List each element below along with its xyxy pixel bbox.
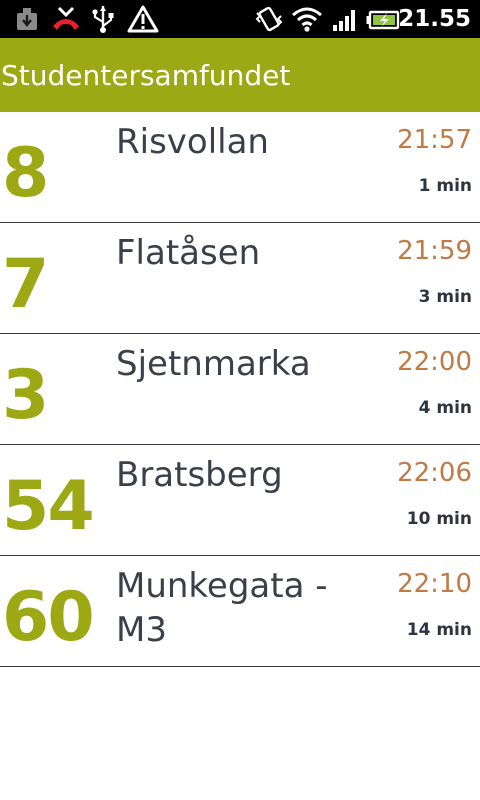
- warning-icon[interactable]: [126, 4, 160, 34]
- title-bar: Studentersamfundet: [0, 38, 480, 112]
- route-number: 8: [2, 134, 49, 213]
- departure-row[interactable]: 3 Sjetnmarka 22:00 4 min: [0, 334, 480, 445]
- minutes-until: 10 min: [406, 509, 472, 529]
- minutes-until: 1 min: [418, 176, 472, 196]
- departure-time: 21:57: [397, 125, 472, 155]
- minutes-until: 4 min: [418, 398, 472, 418]
- departure-time: 21:59: [397, 236, 472, 266]
- destination: Munkegata - M3: [116, 566, 328, 650]
- vibrate-icon[interactable]: [254, 4, 284, 34]
- page-title: Studentersamfundet: [1, 59, 291, 92]
- departure-time: 22:06: [397, 458, 472, 488]
- destination: Sjetnmarka: [116, 344, 311, 384]
- missed-call-icon[interactable]: [50, 4, 82, 34]
- minutes-until: 14 min: [406, 620, 472, 640]
- minutes-until: 3 min: [418, 287, 472, 307]
- destination: Bratsberg: [116, 455, 283, 495]
- download-icon[interactable]: [14, 4, 40, 34]
- route-number: 60: [2, 578, 95, 657]
- destination: Flatåsen: [116, 233, 261, 273]
- departure-list: 8 Risvollan 21:57 1 min 7 Flatåsen 21:59…: [0, 112, 480, 667]
- route-number: 3: [2, 356, 49, 435]
- signal-icon[interactable]: [330, 4, 360, 34]
- usb-icon[interactable]: [90, 4, 116, 34]
- status-bar: 21.55: [0, 0, 480, 38]
- departure-row[interactable]: 54 Bratsberg 22:06 10 min: [0, 445, 480, 556]
- departure-time: 22:00: [397, 347, 472, 377]
- departure-time: 22:10: [397, 569, 472, 599]
- route-number: 7: [2, 245, 49, 324]
- destination: Risvollan: [116, 122, 269, 162]
- route-number: 54: [2, 467, 95, 546]
- departure-row[interactable]: 8 Risvollan 21:57 1 min: [0, 112, 480, 223]
- wifi-icon[interactable]: [290, 4, 324, 34]
- departure-row[interactable]: 60 Munkegata - M3 22:10 14 min: [0, 556, 480, 667]
- clock: 21.55: [398, 6, 471, 32]
- departure-row[interactable]: 7 Flatåsen 21:59 3 min: [0, 223, 480, 334]
